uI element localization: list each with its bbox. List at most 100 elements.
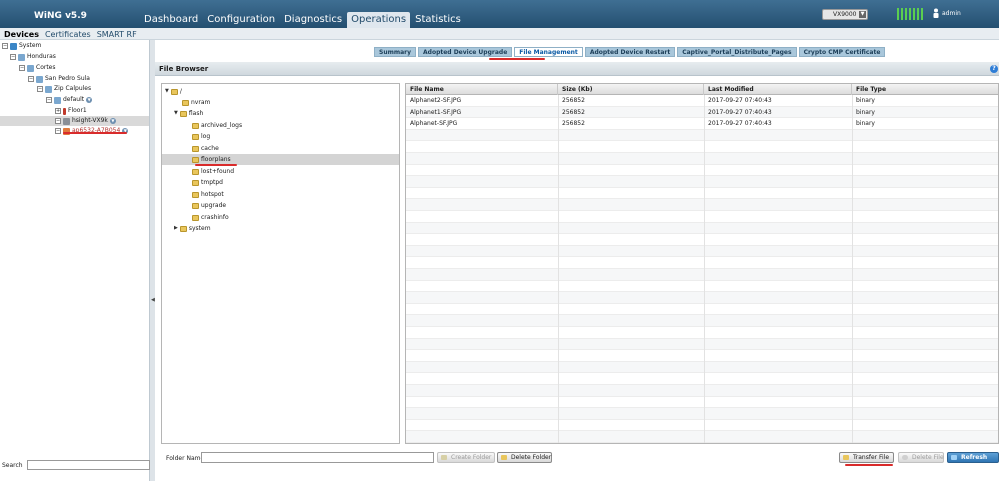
collapse-icon[interactable]: −: [2, 43, 8, 49]
table-row[interactable]: Alphanet1-SF.JPG 256852 2017-09-27 07:40:4…: [406, 106, 998, 119]
tree-node-cortes[interactable]: − Cortes: [19, 63, 56, 73]
table-cell: 256852: [562, 108, 585, 116]
help-icon[interactable]: ?: [990, 65, 998, 73]
tree-node-ap6532[interactable]: − ap6532-A7B054 ▼: [55, 126, 129, 136]
expanded-arrow-icon[interactable]: ▼: [174, 108, 178, 119]
collapse-icon[interactable]: −: [55, 128, 61, 134]
folder-lost-found[interactable]: lost+found: [192, 166, 234, 177]
folder-nvram[interactable]: nvram: [182, 97, 210, 108]
folder-crashinfo[interactable]: crashinfo: [192, 212, 229, 223]
table-row[interactable]: Alphanet-SF.JPG 256852 2017-09-27 07:40:43…: [406, 118, 998, 130]
folder-label: archived_logs: [201, 122, 243, 129]
nav-operations[interactable]: Operations: [347, 12, 411, 28]
subtab-file-management[interactable]: File Management: [514, 47, 583, 57]
red-underline-folder: [195, 164, 237, 166]
pane-splitter[interactable]: ◀: [150, 40, 155, 481]
nav-statistics[interactable]: Statistics: [411, 12, 465, 28]
main-nav: Dashboard Configuration Diagnostics Oper…: [140, 12, 466, 28]
refresh-button[interactable]: Refresh: [947, 452, 999, 463]
tab-certificates[interactable]: Certificates: [45, 30, 91, 39]
tree-node-hsight-vx9k[interactable]: − hsight-VX9k ▼: [0, 116, 149, 126]
table-row: [406, 281, 998, 293]
column-last-modified[interactable]: Last Modified: [704, 84, 852, 95]
table-row: [406, 292, 998, 304]
tree-node-san-pedro-sula[interactable]: − San Pedro Sula: [28, 74, 90, 84]
column-file-name[interactable]: File Name: [406, 84, 558, 95]
table-row: [406, 350, 998, 362]
user-icon: [933, 8, 939, 18]
folder-cache[interactable]: cache: [192, 143, 219, 154]
subtab-adopted-device-restart[interactable]: Adopted Device Restart: [584, 47, 676, 57]
folder-label: lost+found: [201, 168, 235, 175]
tree-node-default[interactable]: − default ▼: [46, 95, 93, 105]
create-folder-button[interactable]: Create Folder: [437, 452, 495, 463]
folder-log[interactable]: log: [192, 131, 210, 142]
button-label: Create Folder: [451, 454, 492, 461]
table-cell: Alphanet-SF.JPG: [410, 120, 458, 128]
red-underline-transfer: [845, 464, 893, 466]
collapse-icon[interactable]: −: [46, 97, 52, 103]
add-folder-icon: [441, 455, 447, 460]
subtab-crypto-cmp[interactable]: Crypto CMP Certificate: [798, 47, 886, 57]
collapsed-arrow-icon[interactable]: ▶: [174, 223, 178, 234]
tree-node-floor1[interactable]: + Floor1: [55, 106, 87, 116]
collapse-icon[interactable]: −: [28, 76, 34, 82]
folder-hotspot[interactable]: hotspot: [192, 189, 224, 200]
table-cell: Alphanet2-SF.JPG: [410, 97, 462, 104]
operations-subtabs: Summary Adopted Device Upgrade File Mana…: [374, 47, 886, 57]
column-size[interactable]: Size (Kb): [558, 84, 704, 95]
folder-icon: [179, 225, 187, 232]
folder-icon: [192, 133, 199, 140]
folder-flash[interactable]: ▼ flash: [174, 108, 203, 119]
tree-node-label: default: [63, 96, 85, 103]
nav-diagnostics[interactable]: Diagnostics: [280, 12, 346, 28]
folder-upgrade[interactable]: upgrade: [192, 200, 226, 211]
collapse-icon[interactable]: −: [10, 54, 16, 60]
delete-file-button[interactable]: Delete File: [898, 452, 944, 463]
collapse-arrow-icon[interactable]: ◀: [151, 297, 155, 303]
subtab-adopted-device-upgrade[interactable]: Adopted Device Upgrade: [418, 47, 513, 57]
tab-devices[interactable]: Devices: [4, 30, 39, 39]
transfer-file-button[interactable]: Transfer File: [839, 452, 894, 463]
collapse-icon[interactable]: −: [19, 65, 25, 71]
collapse-icon[interactable]: −: [37, 86, 43, 92]
table-row: [406, 338, 998, 351]
tree-node-zip-calpules[interactable]: − Zip Calpules: [37, 84, 91, 94]
chevron-down-icon[interactable]: ▼: [86, 97, 93, 103]
folder-root[interactable]: ▼ /: [165, 86, 182, 97]
tab-smart-rf[interactable]: SMART RF: [97, 30, 137, 39]
nav-dashboard[interactable]: Dashboard: [140, 12, 202, 28]
tree-node-system[interactable]: − System: [2, 41, 41, 51]
expanded-arrow-icon[interactable]: ▼: [165, 86, 169, 97]
table-row: [406, 373, 998, 385]
signal-bars-icon: [897, 8, 923, 20]
folder-tmptpd[interactable]: tmptpd: [192, 177, 223, 188]
search-input[interactable]: [26, 460, 150, 470]
device-select[interactable]: VX9000 ▼: [822, 9, 868, 20]
folder-name-input[interactable]: [201, 452, 434, 463]
collapse-icon[interactable]: −: [55, 118, 61, 124]
subtab-captive-portal[interactable]: Captive_Portal_Distribute_Pages: [677, 47, 797, 57]
controller-icon: [63, 117, 70, 125]
table-row: [406, 327, 998, 339]
file-browser-header: File Browser ?: [155, 62, 999, 76]
subtab-summary[interactable]: Summary: [374, 47, 417, 57]
chevron-down-icon[interactable]: ▼: [109, 118, 116, 124]
expand-icon[interactable]: +: [55, 108, 61, 114]
user-name[interactable]: admin: [942, 10, 961, 17]
tree-node-label: Honduras: [27, 53, 56, 60]
folder-system[interactable]: ▶ system: [174, 223, 211, 234]
folder-archived-logs[interactable]: archived_logs: [192, 120, 242, 131]
button-label: Refresh: [961, 454, 988, 461]
delete-folder-button[interactable]: Delete Folder: [497, 452, 552, 463]
nav-configuration[interactable]: Configuration: [203, 12, 279, 28]
search-bar: Search: [0, 458, 150, 472]
tree-node-honduras[interactable]: − Honduras: [10, 52, 56, 62]
column-file-type[interactable]: File Type: [852, 84, 998, 95]
folder-label: log: [201, 133, 211, 140]
location-icon: [27, 64, 34, 72]
table-row: [406, 420, 998, 432]
folder-label: tmptpd: [201, 179, 223, 186]
table-row[interactable]: Alphanet2-SF.JPG 256852 2017-09-27 07:40:4…: [406, 95, 998, 107]
device-tree-pane: − System − Honduras − Cortes − San Pedro…: [0, 40, 150, 481]
